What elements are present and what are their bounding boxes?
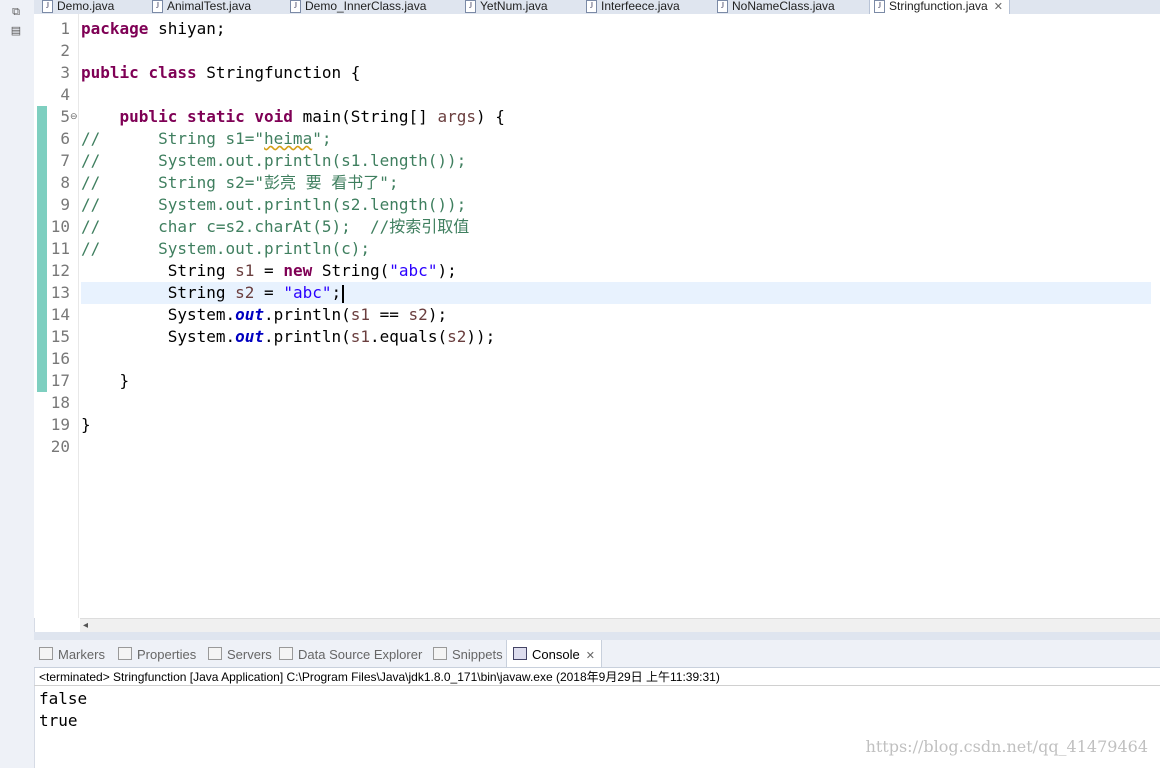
code-line: public class Stringfunction { bbox=[81, 63, 361, 82]
line-number: 1 bbox=[60, 19, 70, 38]
line-number: 20 bbox=[50, 437, 70, 456]
line-number: 17 bbox=[50, 371, 70, 390]
close-tab-icon[interactable]: ✕ bbox=[994, 1, 1003, 13]
line-number: 15 bbox=[50, 327, 70, 346]
line-number: 5 bbox=[60, 107, 70, 126]
code-line: } bbox=[81, 371, 130, 390]
java-file-icon: J bbox=[290, 0, 301, 13]
tab-console[interactable]: Console ✕ bbox=[506, 640, 602, 667]
java-file-icon: J bbox=[152, 0, 163, 13]
line-number: 9 bbox=[60, 195, 70, 214]
data-source-icon bbox=[279, 647, 293, 660]
line-number: 16 bbox=[50, 349, 70, 368]
text-caret bbox=[342, 284, 345, 303]
spelling-warning: heima bbox=[264, 129, 313, 148]
java-file-icon: J bbox=[42, 0, 53, 13]
tab-data-source-explorer[interactable]: Data Source Explorer bbox=[279, 640, 422, 667]
code-line: // String s2="彭亮 要 看书了"; bbox=[81, 173, 399, 192]
code-line: // System.out.println(c); bbox=[81, 239, 370, 258]
line-number: 8 bbox=[60, 173, 70, 192]
code-line: // System.out.println(s2.length()); bbox=[81, 195, 467, 214]
code-line: System.out.println(s1 == s2); bbox=[167, 305, 448, 324]
pane-divider[interactable] bbox=[34, 632, 1160, 640]
code-line: // System.out.println(s1.length()); bbox=[81, 151, 467, 170]
package-explorer-icon[interactable]: ▤ bbox=[8, 24, 24, 38]
current-code-line: String s2 = "abc"; bbox=[81, 282, 1151, 304]
code-line: } bbox=[81, 415, 91, 434]
java-file-icon: J bbox=[465, 0, 476, 13]
line-number: 18 bbox=[50, 393, 70, 412]
tab-animal-test[interactable]: J AnimalTest.java bbox=[152, 0, 251, 14]
java-file-icon: J bbox=[717, 0, 728, 13]
tab-snippets[interactable]: Snippets bbox=[433, 640, 503, 667]
code-line: package shiyan; bbox=[81, 19, 226, 38]
line-number: 4 bbox=[60, 85, 70, 104]
servers-icon bbox=[208, 647, 222, 660]
line-number: 2 bbox=[60, 41, 70, 60]
tab-demo-inner-class[interactable]: J Demo_InnerClass.java bbox=[290, 0, 426, 14]
tab-stringfunction[interactable]: J Stringfunction.java ✕ bbox=[869, 0, 1010, 14]
fold-collapse-icon[interactable]: ⊖ bbox=[70, 111, 78, 122]
tab-demo[interactable]: J Demo.java bbox=[42, 0, 114, 14]
console-output-line: false bbox=[39, 689, 88, 708]
line-number: 3 bbox=[60, 63, 70, 82]
code-line: // String s1="heima"; bbox=[81, 129, 332, 148]
tab-yet-num[interactable]: J YetNum.java bbox=[465, 0, 548, 14]
tab-markers[interactable]: Markers bbox=[39, 640, 105, 667]
left-trim-bar: ⧉ ▤ bbox=[0, 0, 35, 768]
editor-tab-bar: J Demo.java J AnimalTest.java J Demo_InnerC… bbox=[34, 0, 1160, 15]
tab-no-name-class[interactable]: J NoNameClass.java bbox=[717, 0, 835, 14]
tab-servers[interactable]: Servers bbox=[208, 640, 272, 667]
scroll-left-icon[interactable]: ◂ bbox=[83, 619, 88, 633]
restore-icon[interactable]: ⧉ bbox=[8, 5, 24, 19]
code-line: System.out.println(s1.equals(s2)); bbox=[167, 327, 496, 346]
close-view-icon[interactable]: ✕ bbox=[586, 650, 595, 662]
line-number: 10 bbox=[50, 217, 70, 236]
code-line: // char c=s2.charAt(5); //按索引取值 bbox=[81, 217, 470, 236]
line-number: 6 bbox=[60, 129, 70, 148]
java-file-icon: J bbox=[586, 0, 597, 13]
code-editor[interactable]: 1 2 3 4 5 6 7 8 9 10 11 12 13 14 15 16 1… bbox=[34, 14, 1160, 618]
tab-interfeece[interactable]: J Interfeece.java bbox=[586, 0, 680, 14]
line-number: 19 bbox=[50, 415, 70, 434]
horizontal-scrollbar[interactable]: ◂ bbox=[80, 618, 1160, 633]
code-line: String s1 = new String("abc"); bbox=[167, 261, 457, 280]
java-file-icon: J bbox=[874, 0, 885, 13]
view-tab-bar: Markers Properties Servers Data Source E… bbox=[34, 640, 1160, 668]
console-icon bbox=[513, 647, 527, 660]
snippets-icon bbox=[433, 647, 447, 660]
markers-icon bbox=[39, 647, 53, 660]
properties-icon bbox=[118, 647, 132, 660]
line-number: 12 bbox=[50, 261, 70, 280]
code-line: public static void main(String[] args) { bbox=[119, 107, 505, 126]
console-output-line: true bbox=[39, 711, 78, 730]
console-status-line: <terminated> Stringfunction [Java Applic… bbox=[34, 668, 1160, 686]
gutter-separator bbox=[78, 14, 79, 618]
line-number: 14 bbox=[50, 305, 70, 324]
line-number: 13 bbox=[50, 283, 70, 302]
line-number: 11 bbox=[50, 239, 70, 258]
tab-properties[interactable]: Properties bbox=[118, 640, 196, 667]
change-marker-bar bbox=[37, 106, 47, 392]
line-number: 7 bbox=[60, 151, 70, 170]
watermark-text: https://blog.csdn.net/qq_41479464 bbox=[865, 737, 1148, 756]
